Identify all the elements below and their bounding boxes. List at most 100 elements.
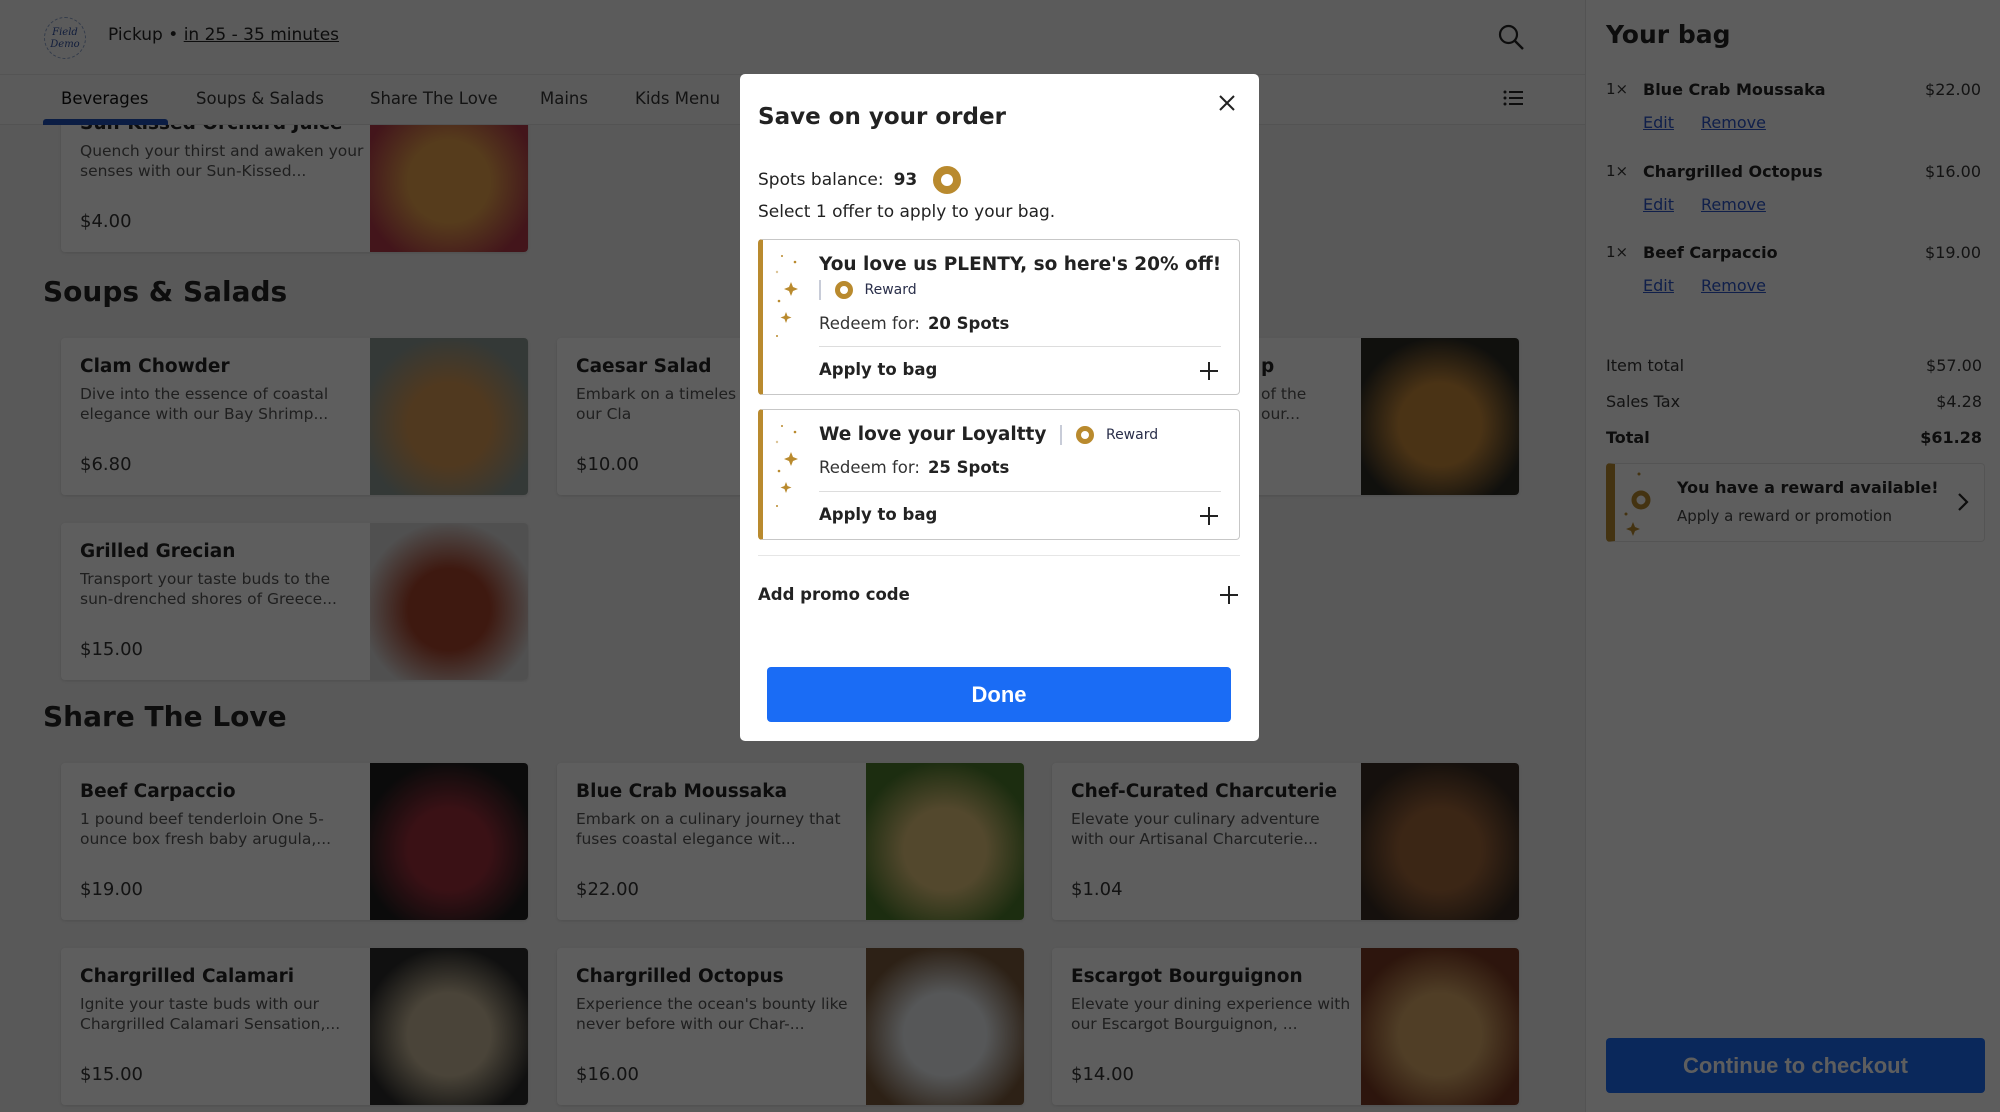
item-name: Beef Carpaccio	[80, 781, 236, 802]
tab-share-the-love[interactable]: Share The Love	[370, 89, 498, 108]
logo[interactable]: Field Demo	[44, 17, 86, 59]
item-qty: 1×	[1606, 243, 1629, 261]
item-description: Elevate your culinary adventure with our…	[1071, 810, 1320, 848]
edit-link[interactable]: Edit	[1643, 276, 1674, 295]
total-row: Total $61.28	[1606, 428, 1982, 447]
add-promo-code-button[interactable]: Add promo code	[758, 585, 910, 604]
spots-coin-icon	[933, 166, 962, 194]
divider	[819, 491, 1221, 492]
bag-item: 1× Blue Crab Moussaka $22.00 Edit Remove	[1606, 80, 1981, 136]
item-name: Grilled Grecian	[80, 541, 236, 562]
bag-item: 1× Chargrilled Octopus $16.00 Edit Remov…	[1606, 162, 1981, 218]
edit-link[interactable]: Edit	[1643, 113, 1674, 132]
reward-available-banner[interactable]: You have a reward available! Apply a rew…	[1606, 463, 1985, 542]
remove-link[interactable]: Remove	[1701, 276, 1766, 295]
item-image	[866, 763, 1024, 920]
menu-item-card[interactable]: Grilled Grecian Transport your taste bud…	[61, 523, 528, 680]
item-image	[1361, 338, 1519, 495]
coin-icon	[1075, 425, 1094, 444]
reward-tag: Reward	[1060, 424, 1158, 445]
bag-title: Your bag	[1606, 20, 1731, 49]
item-name: Escargot Bourguignon	[1071, 966, 1303, 987]
item-description: 1 pound beef tenderloin One 5-ounce box …	[80, 810, 332, 848]
redeem-cost: Redeem for: 20 Spots	[819, 314, 1010, 333]
item-name: Caesar Salad	[576, 356, 712, 377]
edit-link[interactable]: Edit	[1643, 195, 1674, 214]
plus-icon[interactable]	[1199, 361, 1219, 381]
item-image	[370, 763, 528, 920]
menu-item-card[interactable]: Escargot Bourguignon Elevate your dining…	[1052, 948, 1519, 1105]
sales-tax-row: Sales Tax $4.28	[1606, 392, 1982, 411]
menu-item-card[interactable]: Chef-Curated Charcuterie Elevate your cu…	[1052, 763, 1519, 920]
item-price: $16.00	[1925, 162, 1981, 181]
item-price: $10.00	[576, 454, 639, 475]
reward-tag: Reward	[819, 280, 917, 300]
item-image	[866, 948, 1024, 1105]
menu-item-card[interactable]: Clam Chowder Dive into the essence of co…	[61, 338, 528, 495]
item-description: Transport your taste buds to the sun-dre…	[80, 570, 337, 608]
item-price: $14.00	[1071, 1064, 1134, 1085]
item-name: Sun-Kissed Orchard Juice	[80, 125, 342, 134]
coin-icon	[834, 281, 853, 299]
menu-item-card[interactable]: Chargrilled Calamari Ignite your taste b…	[61, 948, 528, 1105]
section-title-share-the-love: Share The Love	[43, 700, 287, 733]
menu-item-card[interactable]: Sun-Kissed Orchard Juice Quench your thi…	[61, 125, 528, 252]
item-image	[1361, 763, 1519, 920]
sparkle-icon	[775, 255, 798, 337]
bag-panel: Your bag 1× Blue Crab Moussaka $22.00 Ed…	[1585, 0, 2000, 1112]
item-description: Elevate your dining experience with our …	[1071, 995, 1351, 1033]
search-icon[interactable]	[1497, 23, 1525, 51]
pickup-time-link[interactable]: in 25 - 35 minutes	[184, 25, 339, 45]
sparkle-coin-icon	[1624, 472, 1651, 536]
item-price: $22.00	[1925, 80, 1981, 99]
chevron-right-icon	[1958, 493, 1969, 511]
plus-icon[interactable]	[1219, 585, 1239, 605]
sparkle-icon	[775, 425, 798, 507]
remove-link[interactable]: Remove	[1701, 113, 1766, 132]
item-name: Chargrilled Octopus	[576, 966, 784, 987]
item-image	[370, 523, 528, 680]
item-price: $15.00	[80, 1064, 143, 1085]
offer-card: We love your Loyaltty Reward Redeem for: 2…	[758, 409, 1240, 540]
item-price: $16.00	[576, 1064, 639, 1085]
offer-title-row: We love your Loyaltty Reward	[819, 424, 1158, 445]
done-button[interactable]: Done	[767, 667, 1231, 722]
redeem-cost: Redeem for: 25 Spots	[819, 458, 1010, 477]
item-name: Beef Carpaccio	[1643, 243, 1778, 262]
modal-title: Save on your order	[758, 104, 1006, 130]
plus-icon[interactable]	[1199, 506, 1219, 526]
item-image	[370, 948, 528, 1105]
item-name: Clam Chowder	[80, 356, 230, 377]
apply-to-bag-button[interactable]: Apply to bag	[819, 360, 937, 379]
item-price: $19.00	[80, 879, 143, 900]
tab-soups-salads[interactable]: Soups & Salads	[196, 89, 324, 108]
offer-title: You love us PLENTY, so here's 20% off!	[819, 254, 1222, 275]
reward-subtitle: Apply a reward or promotion	[1677, 507, 1892, 525]
remove-link[interactable]: Remove	[1701, 195, 1766, 214]
menu-item-card[interactable]: Chargrilled Octopus Experience the ocean…	[557, 948, 1024, 1105]
offer-title: We love your Loyaltty	[819, 424, 1047, 445]
spots-balance: Spots balance: 93	[758, 166, 962, 194]
menu-item-card[interactable]: Beef Carpaccio 1 pound beef tenderloin O…	[61, 763, 528, 920]
offer-card: You love us PLENTY, so here's 20% off! R…	[758, 239, 1240, 395]
tab-mains[interactable]: Mains	[540, 89, 588, 108]
item-price: $22.00	[576, 879, 639, 900]
menu-item-card[interactable]: Blue Crab Moussaka Embark on a culinary …	[557, 763, 1024, 920]
divider	[758, 555, 1240, 556]
bag-item: 1× Beef Carpaccio $19.00 Edit Remove	[1606, 243, 1981, 299]
tab-beverages[interactable]: Beverages	[61, 89, 149, 108]
item-image	[1361, 948, 1519, 1105]
tab-kids-menu[interactable]: Kids Menu	[635, 89, 720, 108]
list-icon[interactable]	[1503, 89, 1523, 107]
item-price: $15.00	[80, 639, 143, 660]
item-description: Experience the ocean's bounty like never…	[576, 995, 848, 1033]
section-title-soups-salads: Soups & Salads	[43, 275, 288, 308]
item-name: Chargrilled Calamari	[80, 966, 295, 987]
item-name: Blue Crab Moussaka	[576, 781, 788, 802]
reward-title: You have a reward available!	[1677, 478, 1939, 497]
apply-to-bag-button[interactable]: Apply to bag	[819, 505, 937, 524]
item-name: Chef-Curated Charcuterie	[1071, 781, 1338, 802]
continue-to-checkout-button[interactable]: Continue to checkout	[1606, 1038, 1985, 1093]
close-icon[interactable]	[1218, 94, 1236, 112]
save-on-order-modal: Save on your order Spots balance: 93 Sele…	[740, 74, 1259, 741]
